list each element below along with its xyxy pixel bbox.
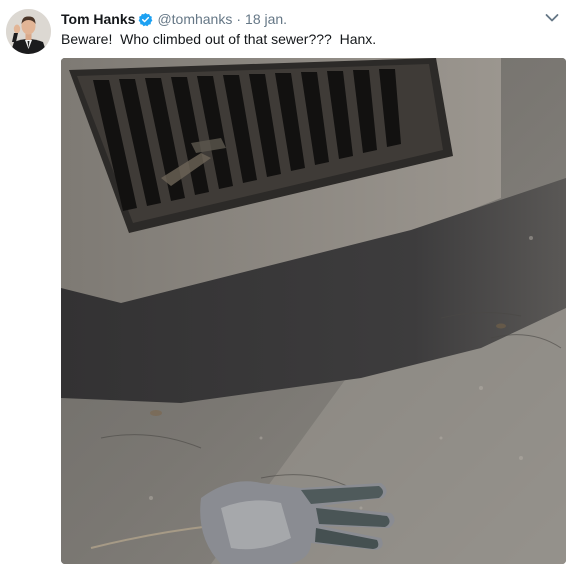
tweet-header: Tom Hanks @tomhanks · 18 jan. <box>61 9 287 29</box>
header-separator: · <box>236 11 242 27</box>
tweet-card: Tom Hanks @tomhanks · 18 jan. Beware! Wh… <box>0 0 567 567</box>
tweet-text: Beware! Who climbed out of that sewer???… <box>61 31 377 47</box>
tweet-photo[interactable] <box>61 58 566 564</box>
author-name[interactable]: Tom Hanks <box>61 10 135 28</box>
tweet-date[interactable]: 18 jan. <box>245 10 287 28</box>
verified-badge-icon <box>138 12 153 27</box>
chevron-down-icon[interactable] <box>543 9 561 27</box>
avatar[interactable] <box>6 9 51 54</box>
author-handle[interactable]: @tomhanks <box>157 10 232 28</box>
